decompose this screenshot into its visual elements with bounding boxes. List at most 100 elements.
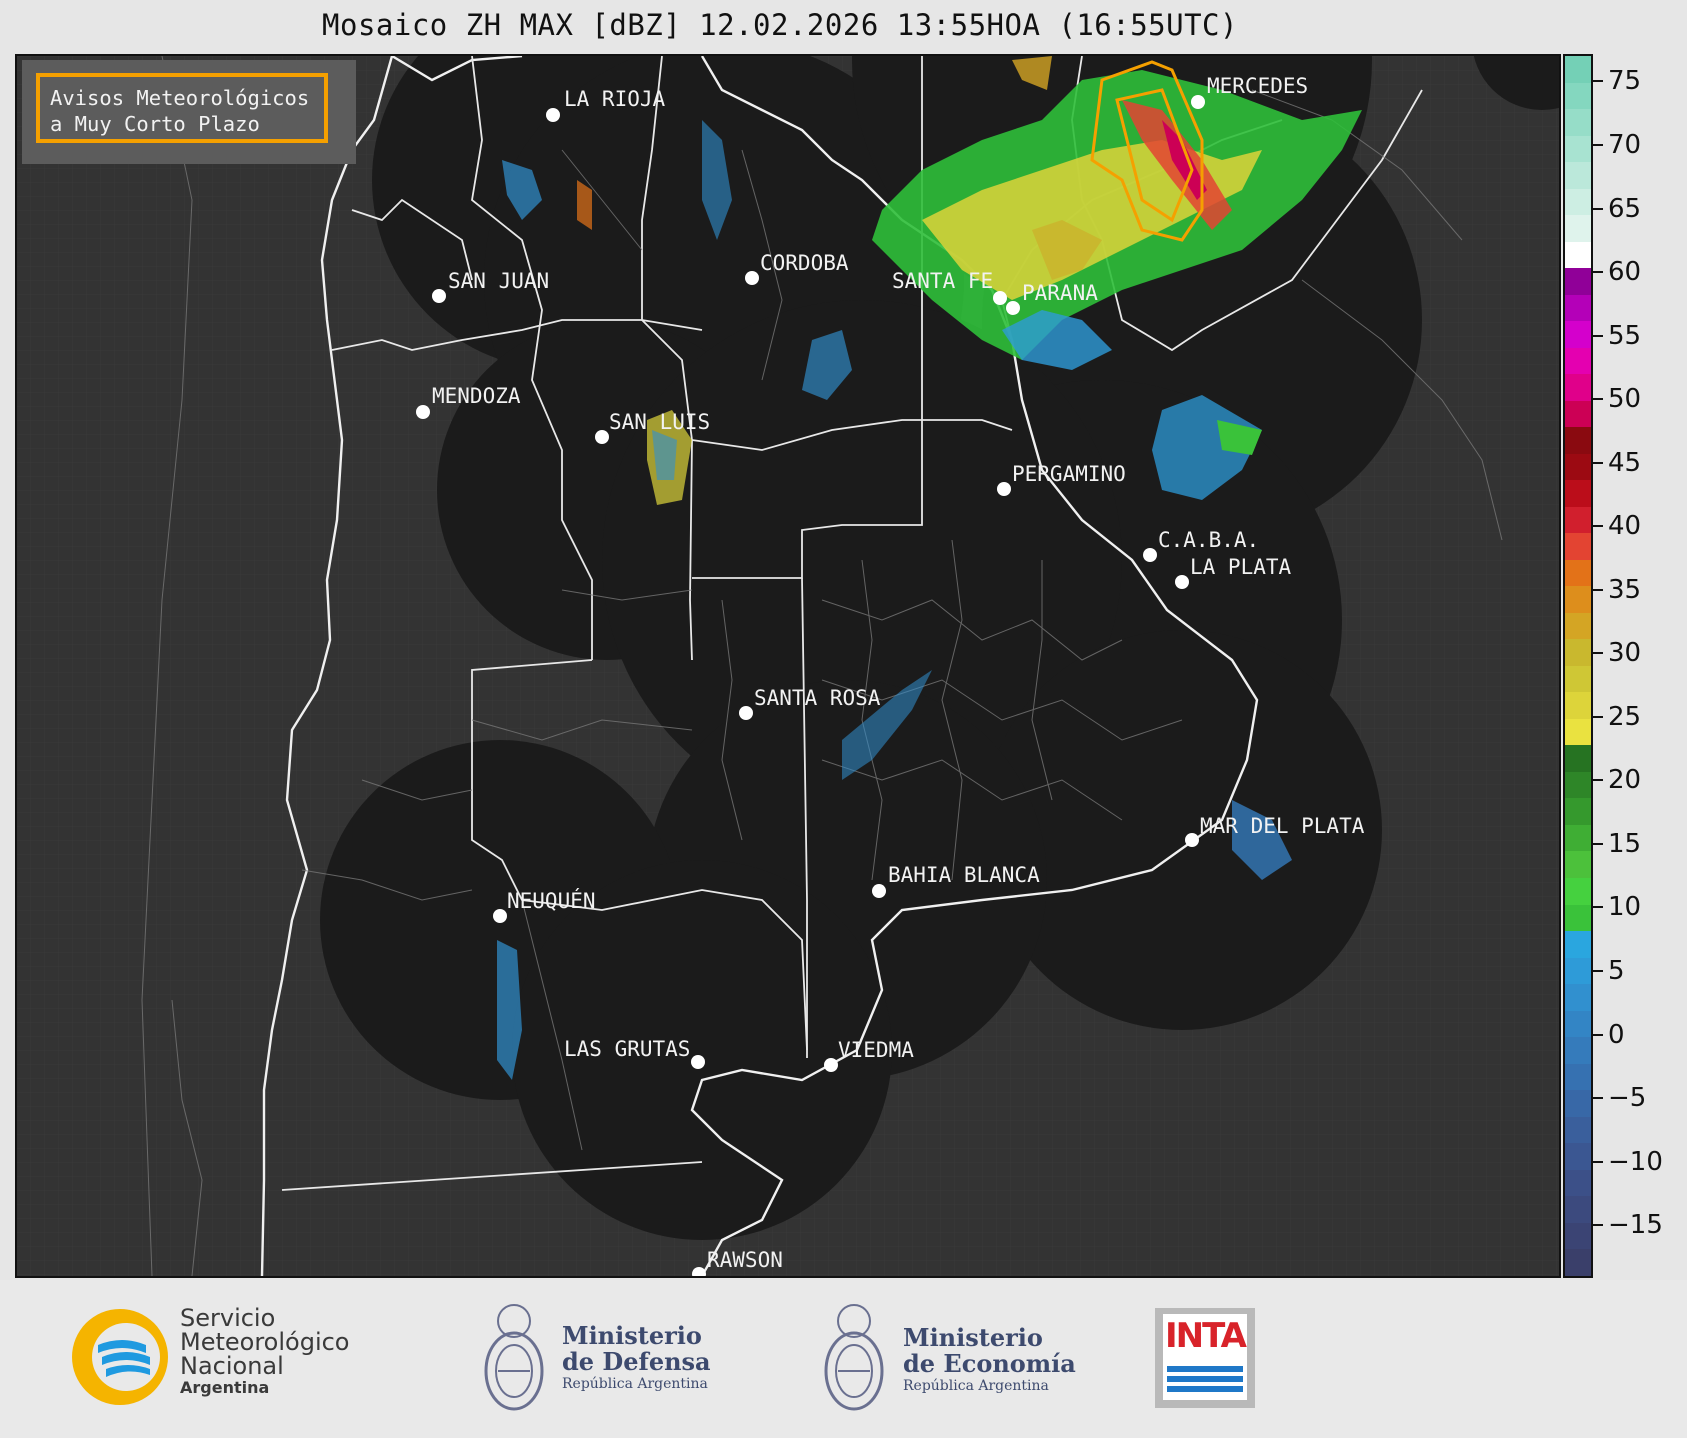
svg-text:SANTA ROSA: SANTA ROSA — [754, 686, 881, 710]
colorbar-tick — [1593, 398, 1603, 401]
economia-line1: Ministerio — [903, 1323, 1043, 1352]
colorbar-segment — [1565, 904, 1591, 932]
colorbar-segment — [1565, 1037, 1591, 1064]
colorbar-segment — [1565, 957, 1591, 985]
colorbar-tick — [1593, 207, 1603, 210]
svg-text:SANTA FE: SANTA FE — [892, 269, 993, 293]
svg-text:CORDOBA: CORDOBA — [760, 251, 849, 275]
defensa-line2: de Defensa — [562, 1347, 711, 1376]
colorbar-segment — [1565, 1196, 1591, 1223]
colorbar-tick-label: −10 — [1608, 1146, 1663, 1177]
colorbar-segment — [1565, 771, 1591, 799]
inta-logo-text: INTA — [1165, 1316, 1247, 1356]
colorbar-tick — [1593, 461, 1603, 464]
smn-logo-icon — [72, 1309, 168, 1405]
colorbar-segment — [1565, 559, 1591, 587]
defensa-line1: Ministerio — [562, 1321, 702, 1350]
colorbar-tick-label: 5 — [1608, 956, 1625, 986]
radar-map[interactable]: LA RIOJA CORDOBA SAN JUAN SANTA FE PARAN… — [15, 54, 1561, 1278]
colorbar-tick — [1593, 271, 1603, 274]
smn-name-line4: Argentina — [180, 1378, 270, 1397]
colorbar-tick-label: 25 — [1608, 701, 1642, 732]
colorbar-segment — [1565, 294, 1591, 322]
colorbar-segment — [1565, 135, 1591, 163]
alert-legend-inner: Avisos Meteorológicos a Muy Corto Plazo — [36, 73, 328, 143]
economia-line3: República Argentina — [903, 1378, 1049, 1394]
colorbar-tick-label: −15 — [1608, 1210, 1663, 1241]
svg-text:PERGAMINO: PERGAMINO — [1012, 462, 1126, 486]
colorbar-tick-label: 15 — [1608, 828, 1642, 859]
svg-text:MAR DEL PLATA: MAR DEL PLATA — [1200, 814, 1365, 838]
colorbar-tick — [1593, 525, 1603, 528]
colorbar-tick-label: 10 — [1608, 892, 1642, 923]
colorbar-segment — [1565, 824, 1591, 852]
inta-logo-icon: INTA — [1155, 1308, 1255, 1408]
colorbar-segment — [1565, 82, 1591, 110]
alert-legend-line2: a Muy Corto Plazo — [50, 112, 260, 136]
colorbar-segment — [1565, 718, 1591, 746]
colorbar-tick-label: 30 — [1608, 638, 1642, 669]
colorbar-tick-label: 0 — [1608, 1019, 1625, 1050]
colorbar-tick-label: 65 — [1608, 193, 1642, 224]
colorbar-tick — [1593, 1160, 1603, 1163]
colorbar-segment — [1565, 453, 1591, 481]
colorbar-tick — [1593, 1033, 1603, 1036]
colorbar-tick — [1593, 1097, 1603, 1100]
coat-of-arms-icon — [484, 1304, 544, 1411]
colorbar-tick-label: 40 — [1608, 511, 1642, 542]
colorbar-tick-label: 60 — [1608, 257, 1642, 288]
svg-text:LAS GRUTAS: LAS GRUTAS — [564, 1037, 690, 1061]
smn-name-line1: Servicio — [180, 1304, 276, 1332]
footer-logos: Servicio Meteorológico Nacional Argentin… — [0, 1280, 1687, 1438]
svg-text:LA RIOJA: LA RIOJA — [564, 87, 666, 111]
map-title: Mosaico ZH MAX [dBZ] 12.02.2026 13:55HOA… — [322, 8, 1238, 42]
svg-text:C.A.B.A.: C.A.B.A. — [1158, 528, 1259, 552]
svg-text:MENDOZA: MENDOZA — [432, 384, 521, 408]
colorbar-segment — [1565, 1249, 1591, 1276]
svg-text:BAHIA BLANCA: BAHIA BLANCA — [888, 863, 1040, 887]
colorbar-segment — [1565, 1169, 1591, 1197]
colorbar-segment — [1565, 612, 1591, 640]
colorbar-tick-label: 45 — [1608, 447, 1642, 478]
colorbar-segment — [1565, 798, 1591, 825]
svg-text:LA PLATA: LA PLATA — [1190, 555, 1292, 579]
svg-text:RAWSON: RAWSON — [707, 1248, 783, 1272]
colorbar-segment — [1565, 877, 1591, 905]
reflectivity-colorbar — [1563, 54, 1593, 1278]
defensa-line3: República Argentina — [562, 1376, 708, 1392]
colorbar-tick — [1593, 715, 1603, 718]
colorbar-tick-label: 20 — [1608, 765, 1642, 796]
svg-text:SAN JUAN: SAN JUAN — [448, 269, 549, 293]
colorbar-segment — [1565, 162, 1591, 189]
colorbar-segment — [1565, 1116, 1591, 1144]
colorbar-segment — [1565, 188, 1591, 216]
svg-text:VIEDMA: VIEDMA — [838, 1038, 914, 1062]
colorbar-segment — [1565, 321, 1591, 348]
colorbar-tick-label: −5 — [1608, 1083, 1647, 1114]
colorbar-segment — [1565, 347, 1591, 375]
economia-line2: de Economía — [903, 1349, 1076, 1378]
colorbar-segment — [1565, 984, 1591, 1011]
colorbar-segment — [1565, 586, 1591, 613]
colorbar-tick — [1593, 588, 1603, 591]
smn-name-line3: Nacional — [180, 1352, 284, 1380]
colorbar-segment — [1565, 109, 1591, 136]
colorbar-tick-label: 35 — [1608, 574, 1642, 605]
colorbar-segment — [1565, 1063, 1591, 1091]
colorbar-tick — [1593, 1224, 1603, 1227]
smn-name-line2: Meteorológico — [180, 1328, 350, 1356]
colorbar-tick-label: 70 — [1608, 129, 1642, 160]
colorbar-tick — [1593, 80, 1603, 83]
colorbar-tick — [1593, 779, 1603, 782]
alert-legend-box[interactable]: Avisos Meteorológicos a Muy Corto Plazo — [22, 60, 356, 164]
colorbar-tick — [1593, 842, 1603, 845]
svg-text:PARANA: PARANA — [1022, 281, 1098, 305]
colorbar-segment — [1565, 745, 1591, 772]
colorbar-segment — [1565, 639, 1591, 666]
colorbar-tick — [1593, 143, 1603, 146]
colorbar-tick — [1593, 652, 1603, 655]
colorbar-segment — [1565, 692, 1591, 719]
colorbar-segment — [1565, 851, 1591, 878]
colorbar-segment — [1565, 374, 1591, 401]
svg-text:SAN LUIS: SAN LUIS — [609, 410, 710, 434]
